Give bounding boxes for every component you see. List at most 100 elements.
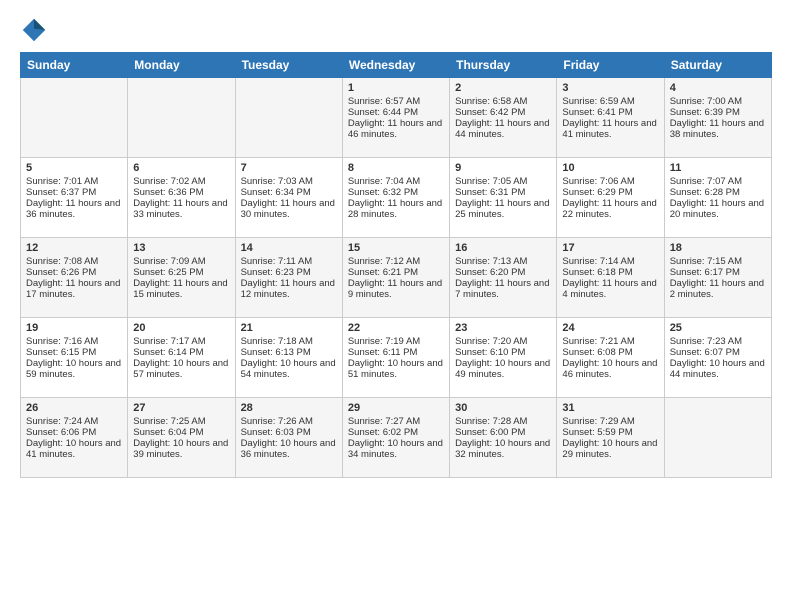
day-info: Daylight: 10 hours and 39 minutes. xyxy=(133,438,229,460)
day-number: 28 xyxy=(241,402,337,414)
day-info: Sunrise: 7:11 AM xyxy=(241,256,337,267)
day-number: 21 xyxy=(241,322,337,334)
day-number: 6 xyxy=(133,162,229,174)
logo-icon xyxy=(20,16,48,44)
day-info: Sunrise: 7:26 AM xyxy=(241,416,337,427)
calendar-cell xyxy=(21,78,128,158)
calendar-cell: 22Sunrise: 7:19 AMSunset: 6:11 PMDayligh… xyxy=(342,318,449,398)
day-info: Sunset: 6:03 PM xyxy=(241,427,337,438)
day-info: Sunrise: 7:18 AM xyxy=(241,336,337,347)
calendar-cell: 23Sunrise: 7:20 AMSunset: 6:10 PMDayligh… xyxy=(450,318,557,398)
day-info: Sunset: 6:17 PM xyxy=(670,267,766,278)
calendar-cell: 7Sunrise: 7:03 AMSunset: 6:34 PMDaylight… xyxy=(235,158,342,238)
day-number: 2 xyxy=(455,82,551,94)
day-info: Sunrise: 7:20 AM xyxy=(455,336,551,347)
calendar-body: 1Sunrise: 6:57 AMSunset: 6:44 PMDaylight… xyxy=(21,78,772,478)
day-info: Sunrise: 7:06 AM xyxy=(562,176,658,187)
day-info: Daylight: 11 hours and 33 minutes. xyxy=(133,198,229,220)
day-number: 11 xyxy=(670,162,766,174)
day-info: Sunset: 6:00 PM xyxy=(455,427,551,438)
calendar-cell: 11Sunrise: 7:07 AMSunset: 6:28 PMDayligh… xyxy=(664,158,771,238)
header-row: SundayMondayTuesdayWednesdayThursdayFrid… xyxy=(21,53,772,78)
week-row-0: 1Sunrise: 6:57 AMSunset: 6:44 PMDaylight… xyxy=(21,78,772,158)
day-info: Sunrise: 7:02 AM xyxy=(133,176,229,187)
day-info: Daylight: 11 hours and 2 minutes. xyxy=(670,278,766,300)
day-info: Sunrise: 7:23 AM xyxy=(670,336,766,347)
calendar-cell xyxy=(235,78,342,158)
day-info: Sunrise: 7:16 AM xyxy=(26,336,122,347)
week-row-2: 12Sunrise: 7:08 AMSunset: 6:26 PMDayligh… xyxy=(21,238,772,318)
day-info: Sunrise: 6:58 AM xyxy=(455,96,551,107)
day-info: Sunrise: 7:08 AM xyxy=(26,256,122,267)
header-cell-saturday: Saturday xyxy=(664,53,771,78)
calendar-cell: 15Sunrise: 7:12 AMSunset: 6:21 PMDayligh… xyxy=(342,238,449,318)
day-info: Daylight: 11 hours and 28 minutes. xyxy=(348,198,444,220)
calendar-cell: 6 Sunrise: 7:02 AMSunset: 6:36 PMDaylight… xyxy=(128,158,235,238)
calendar-cell: 25Sunrise: 7:23 AMSunset: 6:07 PMDayligh… xyxy=(664,318,771,398)
day-info: Daylight: 11 hours and 17 minutes. xyxy=(26,278,122,300)
calendar-cell: 2Sunrise: 6:58 AMSunset: 6:42 PMDaylight… xyxy=(450,78,557,158)
day-info: Sunrise: 7:04 AM xyxy=(348,176,444,187)
calendar-cell: 29Sunrise: 7:27 AMSunset: 6:02 PMDayligh… xyxy=(342,398,449,478)
calendar-cell xyxy=(128,78,235,158)
day-info: Daylight: 10 hours and 49 minutes. xyxy=(455,358,551,380)
day-number: 22 xyxy=(348,322,444,334)
week-row-4: 26Sunrise: 7:24 AMSunset: 6:06 PMDayligh… xyxy=(21,398,772,478)
day-number: 19 xyxy=(26,322,122,334)
day-number: 20 xyxy=(133,322,229,334)
calendar-cell: 16Sunrise: 7:13 AMSunset: 6:20 PMDayligh… xyxy=(450,238,557,318)
day-info: Daylight: 10 hours and 59 minutes. xyxy=(26,358,122,380)
day-info: Sunset: 6:36 PM xyxy=(133,187,229,198)
calendar-cell: 4Sunrise: 7:00 AMSunset: 6:39 PMDaylight… xyxy=(664,78,771,158)
day-number: 1 xyxy=(348,82,444,94)
day-info: Sunrise: 7:07 AM xyxy=(670,176,766,187)
day-number: 14 xyxy=(241,242,337,254)
day-number: 8 xyxy=(348,162,444,174)
day-number: 4 xyxy=(670,82,766,94)
day-info: Daylight: 10 hours and 32 minutes. xyxy=(455,438,551,460)
day-number: 12 xyxy=(26,242,122,254)
calendar-cell: 31Sunrise: 7:29 AMSunset: 5:59 PMDayligh… xyxy=(557,398,664,478)
day-number: 16 xyxy=(455,242,551,254)
day-info: Sunrise: 7:19 AM xyxy=(348,336,444,347)
day-info: Daylight: 11 hours and 41 minutes. xyxy=(562,118,658,140)
day-info: Sunrise: 7:14 AM xyxy=(562,256,658,267)
day-info: Sunset: 6:26 PM xyxy=(26,267,122,278)
day-info: Sunset: 5:59 PM xyxy=(562,427,658,438)
day-info: Sunrise: 7:29 AM xyxy=(562,416,658,427)
day-info: Sunrise: 7:13 AM xyxy=(455,256,551,267)
day-info: Sunrise: 7:21 AM xyxy=(562,336,658,347)
calendar-cell: 19Sunrise: 7:16 AMSunset: 6:15 PMDayligh… xyxy=(21,318,128,398)
logo xyxy=(20,16,52,44)
day-number: 5 xyxy=(26,162,122,174)
day-number: 31 xyxy=(562,402,658,414)
day-info: Sunset: 6:28 PM xyxy=(670,187,766,198)
day-info: Sunrise: 7:00 AM xyxy=(670,96,766,107)
header xyxy=(20,16,772,44)
calendar-cell: 20Sunrise: 7:17 AMSunset: 6:14 PMDayligh… xyxy=(128,318,235,398)
calendar-cell: 21Sunrise: 7:18 AMSunset: 6:13 PMDayligh… xyxy=(235,318,342,398)
day-info: Sunset: 6:39 PM xyxy=(670,107,766,118)
calendar-cell xyxy=(664,398,771,478)
day-number: 10 xyxy=(562,162,658,174)
day-info: Sunset: 6:25 PM xyxy=(133,267,229,278)
calendar-cell: 5Sunrise: 7:01 AMSunset: 6:37 PMDaylight… xyxy=(21,158,128,238)
day-info: Daylight: 11 hours and 25 minutes. xyxy=(455,198,551,220)
day-number: 25 xyxy=(670,322,766,334)
day-number: 24 xyxy=(562,322,658,334)
week-row-1: 5Sunrise: 7:01 AMSunset: 6:37 PMDaylight… xyxy=(21,158,772,238)
day-info: Daylight: 11 hours and 36 minutes. xyxy=(26,198,122,220)
day-info: Sunset: 6:10 PM xyxy=(455,347,551,358)
day-info: Sunset: 6:08 PM xyxy=(562,347,658,358)
header-cell-friday: Friday xyxy=(557,53,664,78)
day-number: 27 xyxy=(133,402,229,414)
day-info: Sunrise: 7:24 AM xyxy=(26,416,122,427)
calendar-cell: 30Sunrise: 7:28 AMSunset: 6:00 PMDayligh… xyxy=(450,398,557,478)
day-info: Daylight: 10 hours and 34 minutes. xyxy=(348,438,444,460)
day-info: Sunset: 6:06 PM xyxy=(26,427,122,438)
day-info: Sunrise: 7:15 AM xyxy=(670,256,766,267)
day-info: Sunset: 6:20 PM xyxy=(455,267,551,278)
calendar-cell: 3Sunrise: 6:59 AMSunset: 6:41 PMDaylight… xyxy=(557,78,664,158)
calendar-cell: 13Sunrise: 7:09 AMSunset: 6:25 PMDayligh… xyxy=(128,238,235,318)
day-info: Sunrise: 7:09 AM xyxy=(133,256,229,267)
